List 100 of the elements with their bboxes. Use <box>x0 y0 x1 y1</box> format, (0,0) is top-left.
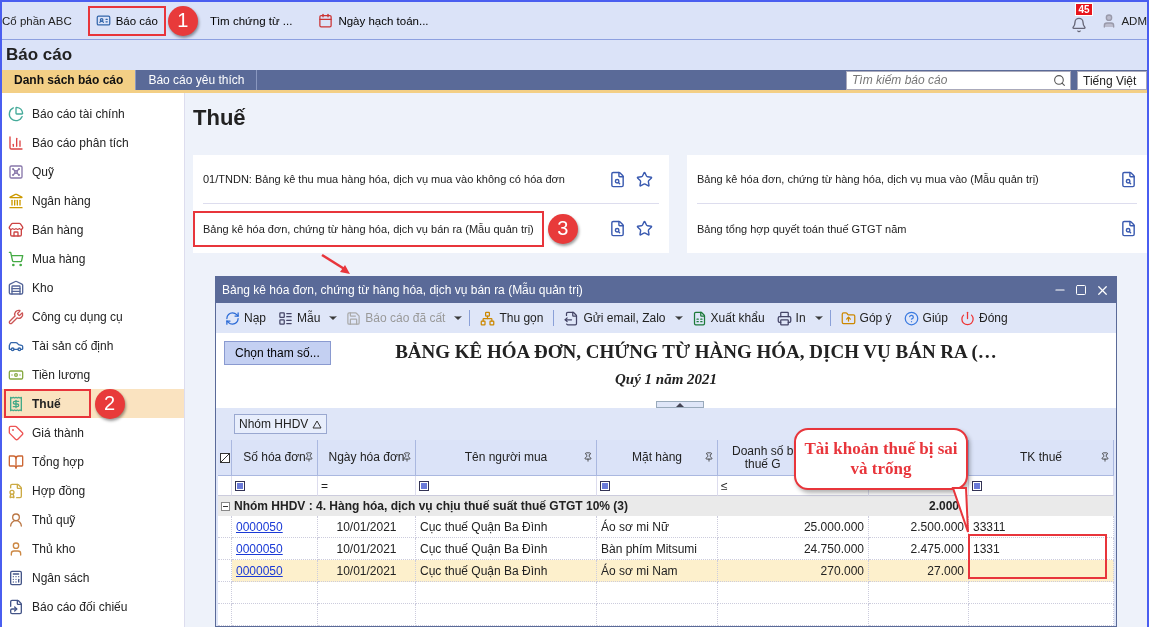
toolbar-button[interactable]: Xuất khẩu <box>686 308 770 328</box>
sidebar-item[interactable]: Tiền lương <box>2 360 184 389</box>
report-title: BẢNG KÊ HÓA ĐƠN, CHỨNG TỪ HÀNG HÓA, DỊCH VỤ BÁN RA (… <box>395 341 997 363</box>
star-icon[interactable] <box>636 220 653 237</box>
preview-icon[interactable] <box>609 170 626 188</box>
document-compare-icon <box>8 598 24 615</box>
report-link[interactable]: Bảng kê hóa đơn, chứng từ hàng hóa, dịch vụ mua vào (Mẫu quản trị) <box>687 161 1049 197</box>
filter-operator[interactable]: ≤ <box>721 478 728 493</box>
sidebar-item[interactable]: Ngân hàng <box>2 186 184 215</box>
maximize-button[interactable] <box>1075 284 1087 296</box>
sidebar-item[interactable]: Ngân sách <box>2 563 184 592</box>
sidebar-item[interactable]: Kho <box>2 273 184 302</box>
sidebar-item[interactable]: Thủ quỹ <box>2 505 184 534</box>
wrench-icon <box>8 308 24 325</box>
filter-box[interactable] <box>419 480 429 491</box>
bell-icon[interactable] <box>1071 16 1088 33</box>
invoice-link[interactable]: 0000050 <box>236 519 283 534</box>
tag-icon <box>8 424 24 441</box>
collapse-handle[interactable] <box>656 401 704 408</box>
column-header[interactable]: Mặt hàng <box>631 451 682 464</box>
sidebar-item[interactable]: Bán hàng <box>2 215 184 244</box>
invoice-link[interactable]: 0000050 <box>236 563 283 578</box>
table-cell: 10/01/2021 <box>318 516 416 538</box>
group-chip[interactable]: Nhóm HHDV <box>234 414 328 434</box>
filter-box[interactable] <box>600 480 610 491</box>
sidebar-item[interactable]: Báo cáo phân tích <box>2 128 184 157</box>
maximize-icon <box>1075 284 1087 296</box>
tab[interactable]: Báo cáo yêu thích <box>136 70 258 90</box>
sidebar-item[interactable]: Giá thành <box>2 418 184 447</box>
sidebar-item[interactable]: Báo cáo tài chính <box>2 99 184 128</box>
star-icon[interactable] <box>636 170 653 188</box>
pin-icon[interactable] <box>583 452 593 462</box>
toolbar-button[interactable]: In <box>771 308 811 328</box>
up-triangle-icon <box>676 402 684 407</box>
invoice-link[interactable]: 0000050 <box>236 541 283 556</box>
column-header[interactable]: Doanh số b thuế G <box>732 444 794 471</box>
column-header[interactable]: TK thuế <box>1020 451 1062 464</box>
toolbar-button[interactable]: Góp ý <box>835 308 897 328</box>
sidebar-item[interactable]: Quỹ <box>2 157 184 186</box>
bar-chart-icon <box>8 134 24 151</box>
table-cell: Bàn phím Mitsumi <box>597 538 718 560</box>
user-name[interactable]: ADM <box>1121 14 1147 27</box>
table-cell: 270.000 <box>718 560 869 582</box>
choose-parameters-button[interactable]: Chọn tham số... <box>224 341 331 365</box>
person-icon <box>8 511 24 528</box>
sidebar-item[interactable]: Tổng hợp <box>2 447 184 476</box>
preview-icon[interactable] <box>1120 170 1137 188</box>
toolbar-button[interactable]: Nạp <box>220 308 271 328</box>
power-icon <box>959 310 975 326</box>
excel-icon <box>691 310 707 326</box>
filter-box[interactable] <box>235 480 245 491</box>
toolbar-button[interactable]: Ngày hạch toán... <box>310 5 437 36</box>
column-header[interactable]: Tên người mua <box>464 451 548 464</box>
report-link[interactable]: 01/TNDN: Bảng kê thu mua hàng hóa, dịch vụ mua vào không có hóa đơn <box>193 161 575 197</box>
table-cell: Cục thuế Quận Ba Đình <box>416 560 597 582</box>
cart-icon <box>8 250 24 267</box>
language-select[interactable]: Tiếng Việt <box>1077 70 1147 90</box>
sidebar-item[interactable]: Mua hàng <box>2 244 184 273</box>
book-icon <box>8 453 24 470</box>
toolbar-button[interactable]: Mẫu <box>273 308 326 328</box>
group-total: 2.000 <box>928 499 960 513</box>
template-icon <box>278 310 293 326</box>
bank-icon <box>8 192 24 209</box>
printer-icon <box>776 310 792 326</box>
preview-icon[interactable] <box>1120 220 1137 237</box>
sidebar-item[interactable]: Hợp đồng <box>2 476 184 505</box>
sidebar-item[interactable]: Thủ kho <box>2 534 184 563</box>
step-badge: 1 <box>167 5 198 36</box>
select-all-icon[interactable] <box>219 452 230 463</box>
sidebar-item[interactable]: Tài sản cố định <box>2 331 184 360</box>
filter-operator[interactable]: = <box>321 478 328 493</box>
table-cell: 25.000.000 <box>718 516 869 538</box>
sidebar-item[interactable]: Thuế 2 <box>2 389 184 418</box>
pin-icon[interactable] <box>1100 452 1110 462</box>
sort-triangle-icon <box>312 419 323 429</box>
callout: Tài khoản thuế bị sai và trống <box>794 428 968 490</box>
pie-chart-icon <box>8 105 24 122</box>
toolbar-button[interactable]: Gửi email, Zalo <box>559 308 671 328</box>
pin-icon[interactable] <box>704 452 714 462</box>
toolbar-button[interactable]: Giúp <box>898 308 953 328</box>
filter-box[interactable] <box>972 480 982 491</box>
empty-cell <box>218 604 232 626</box>
table-cell: Áo sơ mi Nam <box>597 560 718 582</box>
report-link[interactable]: Bảng kê hóa đơn, chứng từ hàng hóa, dịch vụ bán ra (Mẫu quản trị) <box>193 210 544 247</box>
preview-icon[interactable] <box>609 220 626 237</box>
pin-icon[interactable] <box>402 452 412 462</box>
toolbar-button[interactable]: Tìm chứng từ ... <box>201 5 301 36</box>
pin-icon[interactable] <box>304 452 314 462</box>
toolbar-button[interactable]: Báo cáo <box>87 5 166 36</box>
notification-badge: 45 <box>1075 2 1093 16</box>
tab[interactable]: Danh sách báo cáo <box>2 70 137 90</box>
search-field[interactable]: Tìm kiếm báo cáo <box>846 70 1071 90</box>
sidebar-item[interactable]: Công cụ dụng cụ <box>2 302 184 331</box>
report-link[interactable]: Bảng tổng hợp quyết toán thuế GTGT năm <box>687 210 917 247</box>
save-icon <box>346 310 362 326</box>
search-icon[interactable] <box>1053 73 1066 87</box>
sidebar-item[interactable]: Báo cáo đối chiếu <box>2 592 184 621</box>
toolbar-button[interactable]: Thu gọn <box>475 308 549 328</box>
help-icon <box>903 310 919 326</box>
toolbar-button[interactable]: Đóng <box>954 308 1013 328</box>
